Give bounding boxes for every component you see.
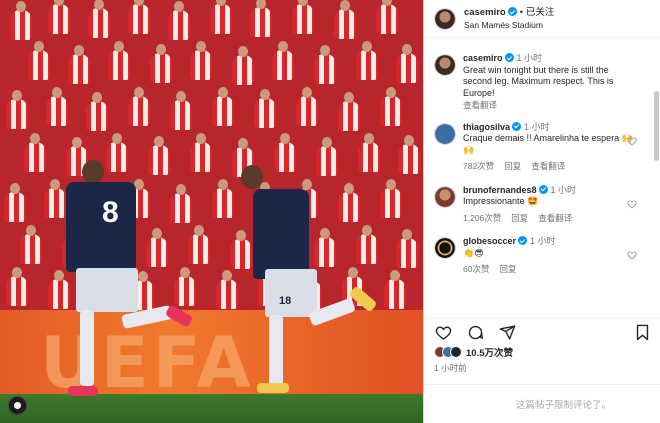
post-header: casemiro • 已关注 San Mamés Stadium xyxy=(424,0,660,38)
shorts-number: 18 xyxy=(279,295,292,307)
verified-badge-icon xyxy=(504,53,514,62)
comment-time: 1 小时 xyxy=(530,236,556,246)
see-translation-link[interactable]: 查看翻译 xyxy=(531,161,565,171)
see-translation-link[interactable]: 查看翻译 xyxy=(538,213,572,223)
reply-button[interactable]: 回复 xyxy=(504,161,521,171)
post-timestamp[interactable]: 1 小时前 xyxy=(434,362,467,374)
post-action-bar xyxy=(424,318,660,346)
post-photo: UEFA 8 18 xyxy=(0,0,423,423)
comment-like-heart-icon[interactable] xyxy=(627,136,637,146)
comment-username[interactable]: brunofernandes8 xyxy=(463,185,537,195)
author-avatar[interactable] xyxy=(434,54,456,76)
share-icon xyxy=(499,325,515,340)
comment-like-heart-icon[interactable] xyxy=(627,199,637,209)
shirt-number: 8 xyxy=(102,196,119,229)
author-avatar[interactable] xyxy=(434,7,456,30)
caption-text: Great win tonight but there is still the… xyxy=(463,64,614,98)
caption-username[interactable]: casemiro xyxy=(463,53,503,63)
comment-text: 👏😎 xyxy=(463,247,484,258)
player-number-8: 8 xyxy=(60,160,194,400)
comment-like-heart-icon[interactable] xyxy=(627,250,637,260)
reply-button[interactable]: 回复 xyxy=(511,213,528,223)
like-button[interactable] xyxy=(434,324,452,342)
see-translation-link[interactable]: 查看翻译 xyxy=(463,100,633,112)
separator-dot: • xyxy=(519,7,523,17)
verified-badge-icon xyxy=(538,184,548,194)
verified-badge-icon xyxy=(518,236,528,245)
share-button[interactable] xyxy=(498,324,516,342)
comment-text: Impressionante 🤩 xyxy=(463,196,539,206)
profile-tag-button[interactable] xyxy=(8,396,27,415)
comment-item: globesoccer 1 小时 👏😎 60次赞 回复 xyxy=(424,236,660,276)
author-username[interactable]: casemiro xyxy=(464,7,506,18)
post-side-panel: casemiro • 已关注 San Mamés Stadium casemiro 1… xyxy=(423,0,660,423)
commenter-avatar[interactable] xyxy=(434,237,456,259)
commenter-avatar[interactable] xyxy=(434,122,456,145)
comment-username[interactable]: thiagosilva xyxy=(463,122,510,132)
heart-icon xyxy=(435,326,451,340)
comments-list[interactable]: casemiro 1 小时 Great win tonight but there… xyxy=(424,39,660,309)
likes-summary[interactable]: 10.5万次赞 xyxy=(434,345,513,359)
crowd xyxy=(0,0,423,40)
verified-badge-icon xyxy=(507,7,517,16)
post-caption: casemiro 1 小时 Great win tonight but there… xyxy=(424,53,660,112)
comment-icon xyxy=(468,325,483,340)
post-location[interactable]: San Mamés Stadium xyxy=(464,19,554,31)
comment-item: thiagosilva 1 小时 Craque demais !! Amareli… xyxy=(424,121,660,173)
liker-avatar xyxy=(450,346,462,358)
comment-likes[interactable]: 1,206次赞 xyxy=(463,213,501,223)
player-number-18: 18 xyxy=(235,165,385,395)
verified-badge-icon xyxy=(512,121,522,131)
save-button[interactable] xyxy=(633,324,651,342)
comment-time: 1 小时 xyxy=(524,121,550,132)
bookmark-icon xyxy=(636,324,648,341)
likes-count[interactable]: 10.5万次赞 xyxy=(466,345,513,359)
comment-button[interactable] xyxy=(466,324,484,342)
commenter-avatar[interactable] xyxy=(434,185,456,208)
comment-username[interactable]: globesoccer xyxy=(463,236,516,246)
caption-time: 1 小时 xyxy=(516,53,543,63)
comment-text: Craque demais !! Amarelinha te espera 🙌🙌 xyxy=(463,133,633,155)
follow-status-button[interactable]: 已关注 xyxy=(526,7,555,18)
comments-restricted-notice: 这篇帖子限制评论了。 xyxy=(424,384,660,423)
reply-button[interactable]: 回复 xyxy=(499,264,516,274)
comment-likes[interactable]: 782次赞 xyxy=(463,161,494,171)
comment-likes[interactable]: 60次赞 xyxy=(463,264,489,274)
comment-item: brunofernandes8 1 小时 Impressionante 🤩 1,2… xyxy=(424,184,660,225)
comment-time: 1 小时 xyxy=(550,184,577,195)
